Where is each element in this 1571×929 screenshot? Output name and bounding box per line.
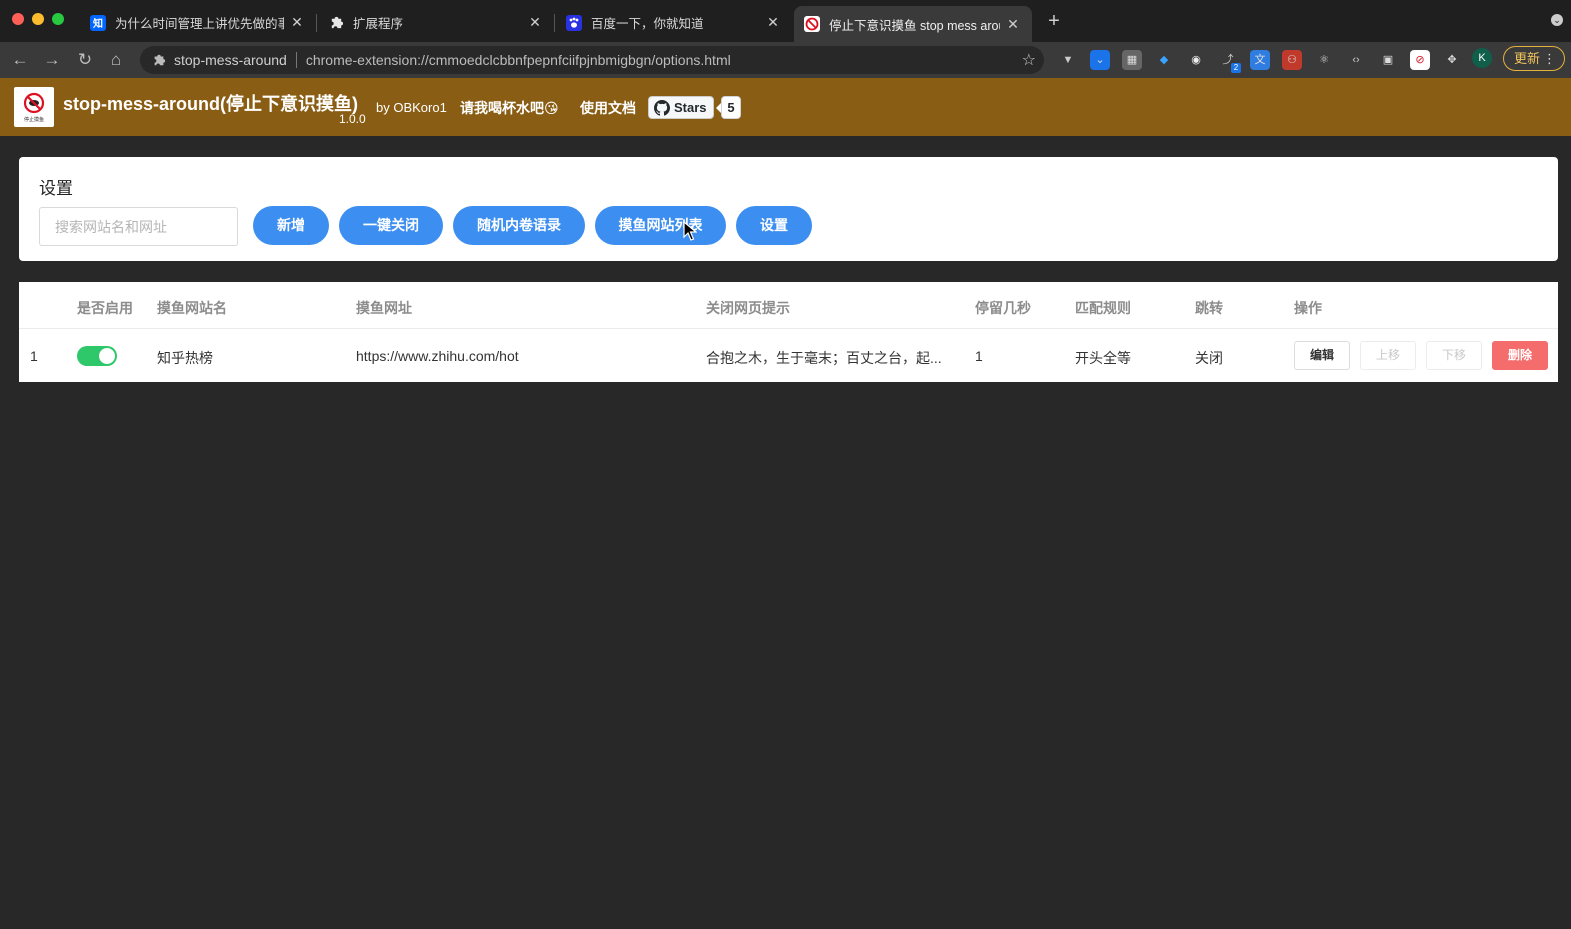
tab-close-icon[interactable]: ✕ — [290, 14, 304, 31]
logo-text: 停止摸鱼 — [24, 116, 44, 123]
delete-button[interactable]: 删除 — [1492, 341, 1548, 370]
docs-link[interactable]: 使用文档 — [580, 98, 636, 118]
site-list-button[interactable]: 摸鱼网站列表 — [595, 206, 726, 245]
back-arrow-icon[interactable]: ← — [9, 49, 31, 71]
extension-icons: ▼ ⌄ ▦ ◆ ◉ ⤴ 2 文 ⚇ ⚛ ‹› ▣ ⊘ ✥ — [1058, 50, 1474, 73]
browser-tab-strip: 知 为什么时间管理上讲优先做的事 ✕ 扩展程序 ✕ 百度一下，你就知道 ✕ 停止… — [0, 0, 1571, 42]
puzzle-icon[interactable]: ✥ — [1442, 50, 1462, 70]
site-url-cell: https://www.zhihu.com/hot — [356, 348, 519, 364]
glasses-extension-icon[interactable]: ▣ — [1378, 50, 1398, 70]
window-close-button[interactable] — [12, 13, 24, 25]
column-header-rule: 匹配规则 — [1075, 300, 1131, 316]
github-stars-count[interactable]: 5 — [716, 96, 741, 119]
shield-extension-icon[interactable]: ⌄ — [1090, 50, 1110, 70]
reload-icon[interactable]: ↻ — [74, 49, 96, 71]
github-icon — [654, 99, 670, 116]
site-search-input[interactable] — [39, 207, 238, 246]
vue-devtools-icon[interactable]: ▼ — [1058, 50, 1078, 70]
column-header-actions: 操作 — [1294, 300, 1322, 316]
forward-arrow-icon[interactable]: → — [41, 49, 63, 71]
tab-close-icon[interactable]: ✕ — [528, 14, 542, 31]
people-extension-icon[interactable]: ⚇ — [1282, 50, 1302, 70]
row-index: 1 — [30, 348, 38, 364]
add-button[interactable]: 新增 — [253, 206, 329, 245]
mouse-pointer-icon — [683, 221, 697, 241]
redirect-cell: 关闭 — [1195, 350, 1223, 366]
column-header-enabled: 是否启用 — [77, 300, 133, 316]
table-header: 是否启用 摸鱼网站名 摸鱼网址 关闭网页提示 停留几秒 匹配规则 跳转 操作 — [19, 282, 1558, 329]
tab-search-icon[interactable]: ⌄ — [1551, 14, 1563, 26]
settings-button[interactable]: 设置 — [736, 206, 812, 245]
window-zoom-button[interactable] — [52, 13, 64, 25]
toggle-knob — [99, 348, 115, 364]
random-quote-button[interactable]: 随机内卷语录 — [453, 206, 585, 245]
column-header-site-name: 摸鱼网站名 — [157, 300, 227, 316]
code-extension-icon[interactable]: ‹› — [1346, 50, 1366, 70]
more-menu-icon[interactable]: ⋮ — [1543, 47, 1556, 70]
browser-tab-baidu[interactable]: 百度一下，你就知道 ✕ — [556, 6, 792, 39]
column-header-url: 摸鱼网址 — [356, 300, 412, 316]
image-extension-icon[interactable]: ▦ — [1122, 50, 1142, 70]
address-site-name: stop-mess-around — [174, 52, 287, 68]
tab-divider — [316, 14, 317, 32]
app-header: 停止摸鱼 stop-mess-around(停止下意识摸鱼) 1.0.0 by … — [0, 78, 1571, 136]
extension-badge: 2 — [1231, 63, 1241, 73]
stop-mess-extension-icon[interactable]: ⊘ — [1410, 50, 1430, 70]
tab-divider — [554, 14, 555, 32]
diamond-extension-icon[interactable]: ◆ — [1154, 50, 1174, 70]
column-header-seconds: 停留几秒 — [975, 300, 1031, 316]
tab-title: 停止下意识摸鱼 stop mess arou — [829, 18, 1000, 33]
close-tip-cell: 合抱之木，生于毫末；百丈之台，起... — [706, 350, 942, 366]
column-header-redirect: 跳转 — [1195, 300, 1223, 316]
donate-link[interactable]: 请我喝杯水吧😘 — [460, 98, 559, 118]
globe-extension-icon[interactable]: ◉ — [1186, 50, 1206, 70]
network-extension-icon[interactable]: ⤴ 2 — [1218, 50, 1241, 73]
puzzle-icon — [328, 15, 344, 31]
tab-title: 为什么时间管理上讲优先做的事 — [115, 17, 284, 31]
move-up-button[interactable]: 上移 — [1360, 341, 1416, 370]
update-label: 更新 — [1514, 51, 1541, 66]
new-tab-button[interactable]: + — [1044, 10, 1064, 33]
react-extension-icon[interactable]: ⚛ — [1314, 50, 1334, 70]
table-row: 1 知乎热榜 https://www.zhihu.com/hot 合抱之木，生于… — [19, 329, 1558, 382]
bookmark-star-icon[interactable]: ☆ — [1022, 50, 1036, 70]
move-down-button[interactable]: 下移 — [1426, 341, 1482, 370]
window-minimize-button[interactable] — [32, 13, 44, 25]
tab-close-icon[interactable]: ✕ — [1006, 16, 1020, 33]
puzzle-icon — [152, 53, 166, 67]
tab-close-icon[interactable]: ✕ — [766, 14, 780, 31]
column-header-tip: 关闭网页提示 — [706, 300, 790, 316]
browser-tab-zhihu[interactable]: 知 为什么时间管理上讲优先做的事 ✕ — [80, 6, 316, 39]
app-title: stop-mess-around(停止下意识摸鱼) — [63, 94, 359, 114]
enabled-toggle[interactable] — [77, 346, 117, 366]
translate-extension-icon[interactable]: 文 — [1250, 50, 1270, 70]
tab-title: 百度一下，你就知道 — [591, 17, 704, 31]
address-divider — [295, 52, 297, 68]
edit-button[interactable]: 编辑 — [1294, 341, 1350, 370]
github-stars-label: Stars — [674, 100, 707, 115]
seconds-cell: 1 — [975, 348, 983, 364]
address-bar[interactable]: stop-mess-around chrome-extension://cmmo… — [140, 46, 1044, 74]
stop-mess-icon — [804, 16, 820, 32]
baidu-paw-icon — [566, 14, 582, 31]
app-version: 1.0.0 — [339, 112, 366, 126]
address-url: chrome-extension://cmmoedclcbbnfpepnfcii… — [305, 52, 731, 68]
profile-avatar[interactable]: K — [1472, 48, 1492, 68]
settings-title: 设置 — [39, 179, 73, 198]
author-link[interactable]: by OBKoro1 — [376, 100, 447, 115]
settings-card: 设置 新增 一键关闭 随机内卷语录 摸鱼网站列表 设置 — [19, 157, 1558, 261]
site-table: 是否启用 摸鱼网站名 摸鱼网址 关闭网页提示 停留几秒 匹配规则 跳转 操作 1… — [19, 282, 1558, 382]
update-button[interactable]: 更新 ⋮ — [1503, 46, 1565, 71]
browser-tab-extensions[interactable]: 扩展程序 ✕ — [318, 6, 554, 39]
browser-tab-stop-mess-around[interactable]: 停止下意识摸鱼 stop mess arou ✕ — [794, 6, 1032, 42]
close-all-button[interactable]: 一键关闭 — [339, 206, 443, 245]
tab-title: 扩展程序 — [353, 17, 404, 31]
stop-mess-logo: 停止摸鱼 — [14, 87, 54, 127]
browser-toolbar: ← → ↻ ⌂ stop-mess-around chrome-extensio… — [0, 42, 1571, 78]
zhihu-favicon-icon: 知 — [90, 14, 106, 31]
home-icon[interactable]: ⌂ — [105, 49, 127, 71]
github-stars-button[interactable]: Stars — [648, 96, 714, 119]
match-rule-cell: 开头全等 — [1075, 350, 1131, 366]
site-name-cell: 知乎热榜 — [157, 350, 213, 366]
